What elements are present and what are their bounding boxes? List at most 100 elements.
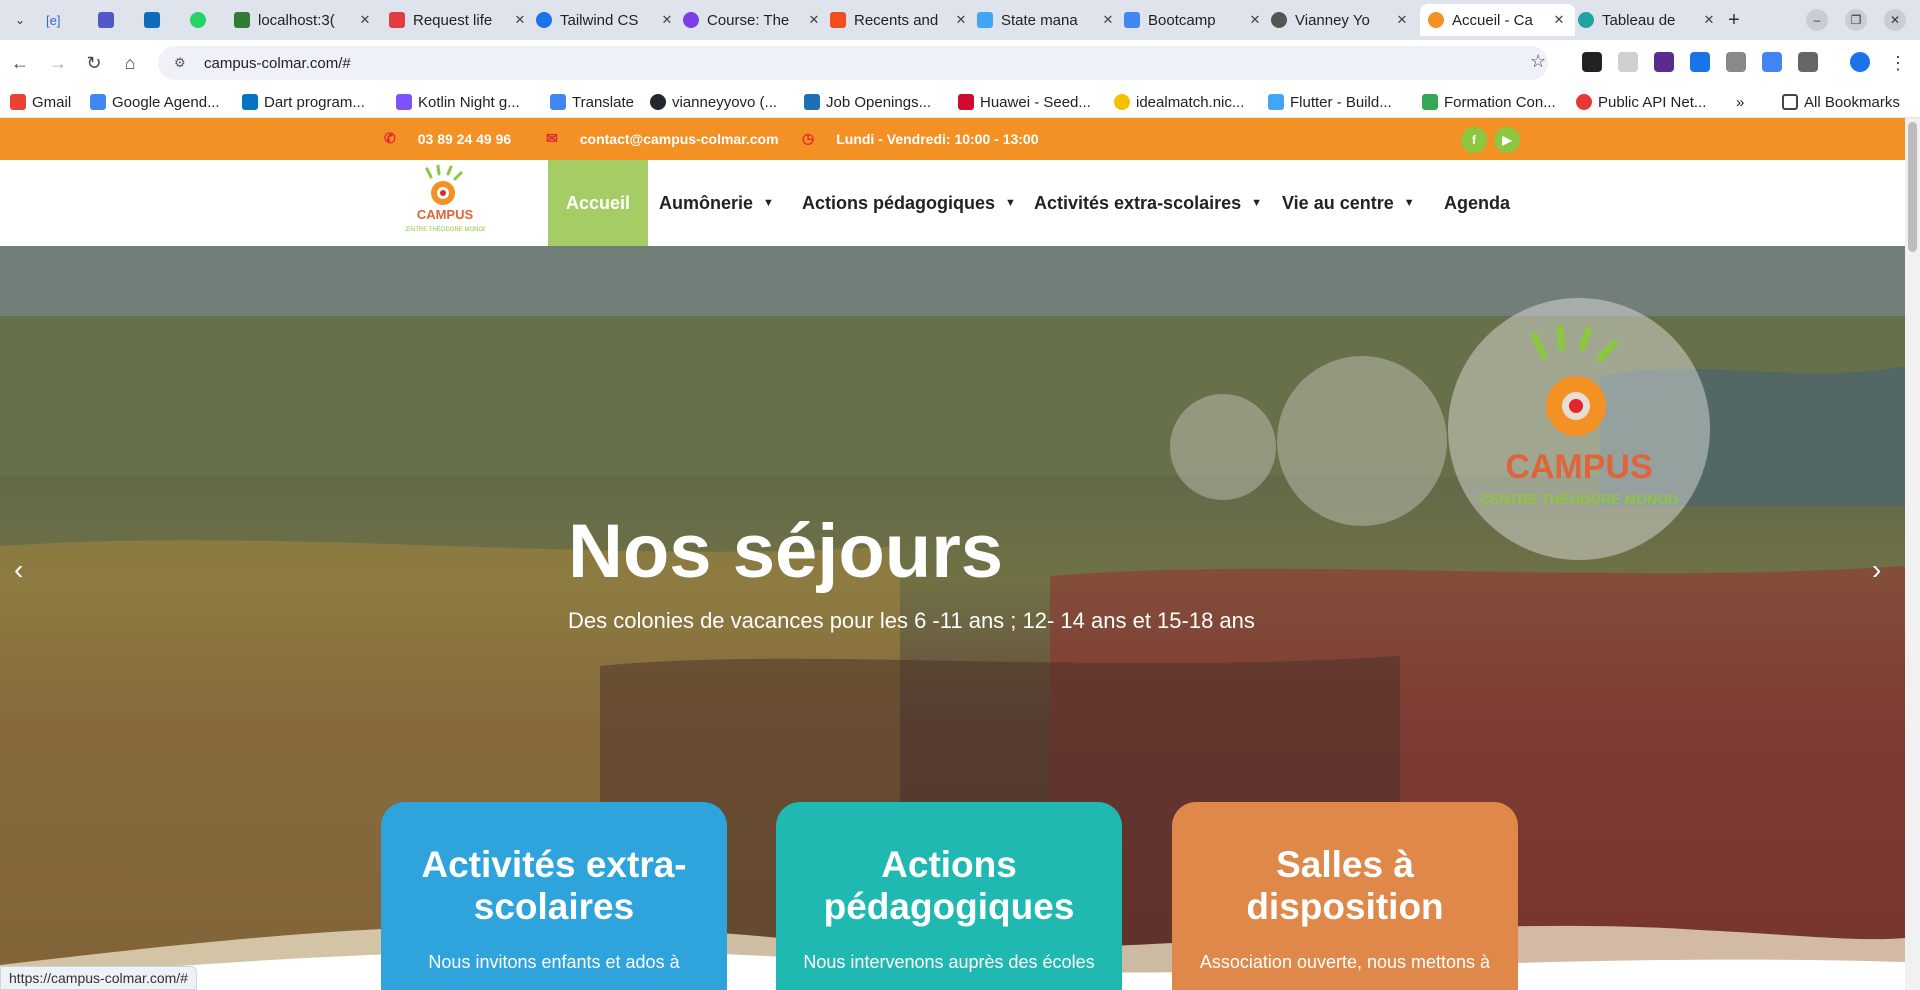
bookmark-item[interactable]: Dart program...: [242, 92, 365, 112]
close-icon[interactable]: ✕: [512, 12, 528, 28]
bookmark-item[interactable]: Flutter - Build...: [1268, 92, 1392, 112]
home-icon[interactable]: ⌂: [118, 51, 142, 75]
all-bookmarks-button[interactable]: All Bookmarks: [1782, 92, 1900, 112]
tab[interactable]: [182, 4, 222, 36]
forward-icon[interactable]: →: [46, 51, 70, 75]
minimize-icon[interactable]: –: [1806, 9, 1828, 31]
close-icon[interactable]: ✕: [1701, 12, 1717, 28]
tab-label: State mana: [1001, 11, 1078, 29]
reload-icon[interactable]: ↻: [82, 51, 106, 75]
decorative-circle: [1170, 394, 1276, 500]
card-title-line: Salles à: [1276, 844, 1414, 885]
tab[interactable]: Tableau de ✕: [1570, 4, 1725, 36]
nav-item-activites-extra-scolaires[interactable]: Activités extra-scolaires ▼: [1016, 160, 1280, 246]
scrollbar-thumb[interactable]: [1908, 122, 1917, 252]
tab-label: Vianney Yo: [1295, 11, 1370, 29]
card-salles-a-disposition[interactable]: Salles à disposition Association ouverte,…: [1172, 802, 1518, 990]
close-icon[interactable]: ✕: [1100, 12, 1116, 28]
close-window-icon[interactable]: ✕: [1884, 9, 1906, 31]
card-title-line: pédagogiques: [823, 886, 1075, 927]
back-icon[interactable]: ←: [8, 51, 32, 75]
contact-top-bar: ✆ 03 89 24 49 96 ✉ contact@campus-colmar.c…: [0, 118, 1905, 160]
pen-extension-icon[interactable]: [1582, 52, 1602, 72]
bookmark-label: Gmail: [32, 93, 72, 111]
calendar-extension-icon[interactable]: [1654, 52, 1674, 72]
address-bar[interactable]: ⚙ campus-colmar.com/#: [158, 46, 1548, 80]
nav-item-agenda[interactable]: Agenda: [1426, 160, 1528, 246]
new-tab-icon[interactable]: +: [1722, 8, 1746, 32]
tab[interactable]: Request life ✕: [381, 4, 536, 36]
card-title-line: disposition: [1246, 886, 1444, 927]
bookmark-label: Google Agend...: [112, 93, 220, 111]
wfp-icon: [804, 94, 820, 110]
chevron-right-icon[interactable]: ›: [1872, 554, 1881, 586]
youtube-icon[interactable]: ▶: [1494, 127, 1520, 153]
nav-item-vie-au-centre[interactable]: Vie au centre ▼: [1264, 160, 1433, 246]
logo-subtitle: CENTRE THÉODORE MONOD: [405, 226, 485, 233]
close-icon[interactable]: ✕: [1247, 12, 1263, 28]
tab[interactable]: localhost:3( ✕: [226, 4, 381, 36]
bookmark-label: Translate: [572, 93, 634, 111]
tab[interactable]: Course: The ✕: [675, 4, 830, 36]
extensions-puzzle-icon[interactable]: [1798, 52, 1818, 72]
restore-icon[interactable]: ❐: [1845, 9, 1867, 31]
card-activites-extra-scolaires[interactable]: Activités extra-scolaires Nous invitons …: [381, 802, 727, 990]
tab[interactable]: State mana ✕: [969, 4, 1124, 36]
tab-search-chevron-icon[interactable]: ⌄: [8, 8, 32, 32]
campus-logo[interactable]: CAMPUS CENTRE THÉODORE MONOD: [405, 165, 485, 241]
bookmark-item[interactable]: Translate: [550, 92, 634, 112]
bookmark-item[interactable]: Gmail: [10, 92, 71, 112]
tab[interactable]: Vianney Yo ✕: [1263, 4, 1418, 36]
tab[interactable]: [90, 4, 130, 36]
tab[interactable]: Bootcamp ✕: [1116, 4, 1271, 36]
bookmark-item[interactable]: idealmatch.nic...: [1114, 92, 1244, 112]
site-info-icon[interactable]: ⚙: [174, 55, 192, 71]
google-calendar-icon: [90, 94, 106, 110]
bookmark-item[interactable]: Kotlin Night g...: [396, 92, 520, 112]
menu-kebab-icon[interactable]: ⋮: [1886, 51, 1910, 75]
tab-label: localhost:3(: [258, 11, 335, 29]
bookmark-star-icon[interactable]: ☆: [1530, 51, 1546, 72]
hours-text: Lundi - Vendredi: 10:00 - 13:00: [836, 130, 1039, 147]
close-icon[interactable]: ✕: [806, 12, 822, 28]
folder-icon: [1782, 94, 1798, 110]
close-icon[interactable]: ✕: [1394, 12, 1410, 28]
close-icon[interactable]: ✕: [357, 12, 373, 28]
bookmark-item[interactable]: Huawei - Seed...: [958, 92, 1091, 112]
tailwind-icon: [536, 12, 552, 28]
browser-window: ⌄ [e] localhost:3( ✕ Request life ✕ Tail…: [0, 0, 1920, 990]
bookmark-item[interactable]: Public API Net...: [1576, 92, 1706, 112]
more-bookmarks-icon[interactable]: »: [1736, 92, 1744, 112]
close-icon[interactable]: ✕: [1551, 12, 1567, 28]
bookmark-item[interactable]: Google Agend...: [90, 92, 220, 112]
bookmark-item[interactable]: Formation Con...: [1422, 92, 1556, 112]
tab[interactable]: [e]: [38, 4, 78, 36]
nav-item-accueil[interactable]: Accueil: [548, 160, 649, 246]
tab-label: Request life: [413, 11, 493, 29]
bookmark-item[interactable]: Job Openings...: [804, 92, 931, 112]
close-icon[interactable]: ✕: [953, 12, 969, 28]
tab[interactable]: [136, 4, 176, 36]
tab[interactable]: Recents and ✕: [822, 4, 977, 36]
card-actions-pedagogiques[interactable]: Actions pédagogiques Nous intervenons aup…: [776, 802, 1122, 990]
translate-extension-icon[interactable]: [1762, 52, 1782, 72]
clipboard-extension-icon[interactable]: [1690, 52, 1710, 72]
page-scrollbar[interactable]: [1905, 118, 1920, 990]
phone-contact[interactable]: ✆ 03 89 24 49 96: [384, 130, 511, 147]
dart-icon: [242, 94, 258, 110]
facebook-icon[interactable]: f: [1461, 127, 1487, 153]
close-icon[interactable]: ✕: [659, 12, 675, 28]
filter-extension-icon[interactable]: [1726, 52, 1746, 72]
nav-item-aumonerie[interactable]: Aumônerie ▼: [641, 160, 792, 246]
card-title: Activités extra-scolaires: [381, 844, 727, 928]
tab-active[interactable]: Accueil - Ca ✕: [1420, 4, 1575, 36]
card-text: Nous intervenons auprès des écoles: [803, 952, 1095, 972]
chevron-left-icon[interactable]: ‹: [14, 554, 23, 586]
nav-item-actions-pedagogiques[interactable]: Actions pédagogiques ▼: [784, 160, 1034, 246]
bookmark-item[interactable]: vianneyyovo (...: [650, 92, 777, 112]
email-contact[interactable]: ✉ contact@campus-colmar.com: [546, 130, 779, 147]
tab[interactable]: Tailwind CS ✕: [528, 4, 683, 36]
profile-avatar-icon[interactable]: [1850, 52, 1870, 72]
idealmatch-icon: [1114, 94, 1130, 110]
extension-icon[interactable]: [1618, 52, 1638, 72]
